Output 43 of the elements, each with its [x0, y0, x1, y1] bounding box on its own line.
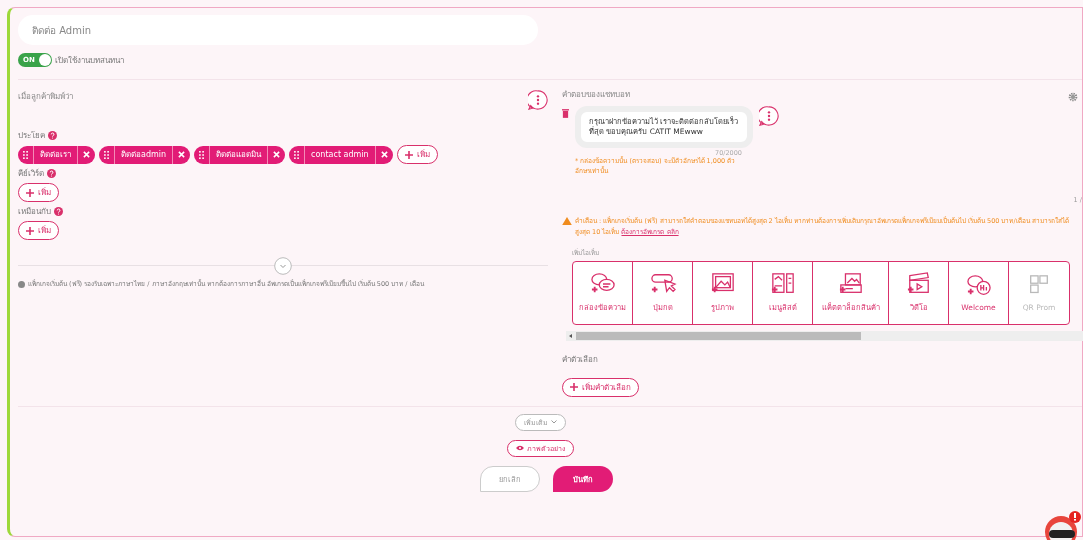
scroll-left-icon[interactable]: [569, 333, 573, 338]
warning-icon: [562, 216, 572, 225]
remove-icon[interactable]: [273, 151, 281, 158]
group-label: คีย์เวิร์ด: [18, 168, 44, 180]
help-icon[interactable]: [47, 169, 56, 178]
settings-icon[interactable]: [1068, 92, 1078, 102]
info-icon: [18, 280, 25, 288]
add-button[interactable]: เพิ่ม: [18, 183, 59, 202]
remove-icon[interactable]: [178, 151, 186, 158]
drag-handle-icon[interactable]: [104, 150, 109, 159]
eye-icon: [515, 445, 524, 452]
group-label: เหมือนกับ: [18, 206, 51, 218]
more-icon[interactable]: [759, 106, 779, 126]
chatbot-mascot-icon[interactable]: [1043, 510, 1083, 540]
plus-icon: [570, 383, 578, 392]
remove-icon[interactable]: [380, 151, 388, 158]
keyword-tag[interactable]: ติดต่อadmin: [99, 145, 191, 164]
title-field[interactable]: ติดต่อ Admin: [18, 15, 538, 45]
toggle-label: เปิดใช้งานบทสนทนา: [55, 54, 124, 67]
help-icon[interactable]: [54, 207, 63, 216]
help-icon[interactable]: [48, 131, 57, 140]
add-button[interactable]: เพิ่ม: [396, 145, 438, 164]
delete-icon[interactable]: [562, 109, 569, 118]
remove-icon[interactable]: [83, 151, 90, 158]
horizontal-scrollbar[interactable]: [566, 330, 1083, 341]
group-label: ประโยค: [18, 130, 45, 142]
add-button[interactable]: เพิ่ม: [18, 221, 59, 240]
plus-icon: [404, 150, 413, 159]
keyword-tag[interactable]: contact admin: [289, 145, 393, 164]
caret-icon: [550, 420, 557, 425]
drag-handle-icon[interactable]: [294, 150, 300, 159]
drag-handle-icon[interactable]: [199, 150, 205, 159]
add-option-button[interactable]: เพิ่มคำตัวเลือก: [562, 377, 639, 397]
keyword-tag[interactable]: ติดต่อเรา: [18, 145, 95, 164]
keyword-tag[interactable]: ติดต่อแอดมิน: [194, 145, 286, 164]
plus-icon: [26, 226, 34, 235]
drag-handle-icon[interactable]: [23, 150, 28, 159]
chat-hi-icon: [964, 273, 993, 298]
plus-icon: [26, 188, 34, 197]
more-icon[interactable]: [528, 90, 548, 110]
section-heading: เมื่อลูกค้าพิมพ์ว่า: [18, 90, 73, 103]
options-label: คำตัวเลือก: [562, 353, 598, 366]
section-heading: คำตอบของแชทบอท: [562, 88, 630, 101]
